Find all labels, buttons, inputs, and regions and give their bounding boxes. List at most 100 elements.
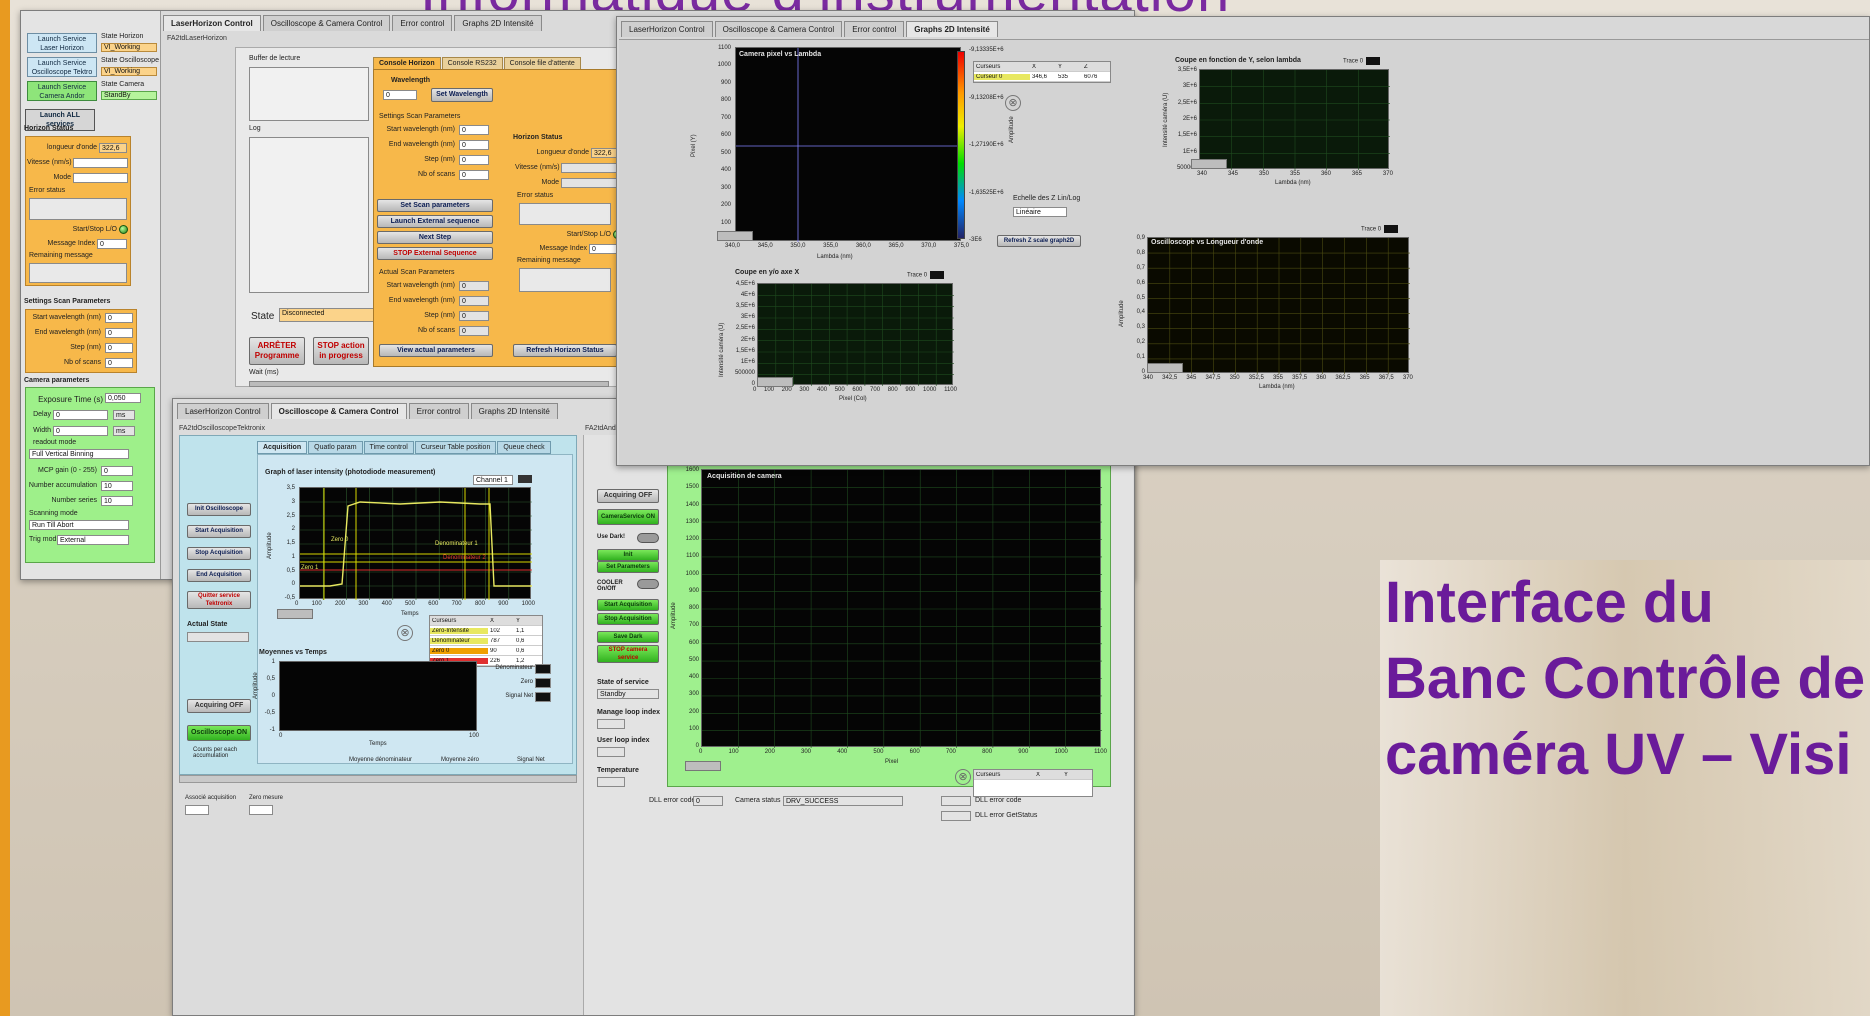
marker-denom2: Denominateur 2 — [443, 555, 486, 561]
console-scan-field[interactable]: 0 — [459, 140, 489, 150]
camera-plot-toolpad[interactable] — [685, 761, 721, 771]
tab-error-control-3[interactable]: Error control — [844, 21, 905, 37]
osc-lambda-toolpad[interactable] — [1147, 363, 1183, 373]
oscilloscope-control-button[interactable]: End Acquisition — [187, 569, 251, 582]
tab-laser-horizon[interactable]: LaserHorizon Control — [163, 15, 261, 31]
andor-toggle[interactable] — [637, 579, 659, 589]
coupe-y-x-tick-label: 340 — [1197, 171, 1208, 177]
osc-cursor-cell: 90 — [490, 647, 497, 654]
launch-service-button[interactable]: Launch Service Oscilloscope Tektro — [27, 57, 97, 77]
tab-graphs-2d[interactable]: Graphs 2D Intensité — [454, 15, 542, 31]
mcp-field[interactable]: 0 — [101, 466, 133, 476]
stop-program-button[interactable]: ARRÊTER Programme — [249, 337, 305, 365]
set-wavelength-button[interactable]: Set Wavelength — [431, 88, 493, 102]
channel-select[interactable]: Channel 1 — [473, 475, 513, 485]
state-service-value: VI_Working — [101, 67, 157, 76]
andor-control-button[interactable]: Set Parameters — [597, 561, 659, 573]
launch-service-button[interactable]: Launch Service Laser Horizon — [27, 33, 97, 53]
oscilloscope-control-button[interactable]: Init Oscilloscope — [187, 503, 251, 516]
tab-quatlo-param[interactable]: Quatlo param — [308, 441, 363, 454]
refresh-z-button[interactable]: Refresh Z scale graph2D — [997, 235, 1081, 247]
plot1-yaxis: 3,5 3 2,5 2 1,5 1 0,5 0 -0,5 — [277, 485, 295, 601]
osc-lambda-x-tick-label: 367,5 — [1378, 375, 1394, 381]
andor-control-button[interactable]: Save Dark — [597, 631, 659, 643]
tab-acquisition[interactable]: Acquisition — [257, 441, 308, 454]
accum-field[interactable]: 10 — [101, 481, 133, 491]
wavelength-label: longueur d'onde — [47, 144, 97, 151]
tab-error-control[interactable]: Error control — [392, 15, 453, 31]
trig-select[interactable]: External — [57, 535, 129, 545]
sequence-button[interactable]: Next Step — [377, 231, 493, 244]
graphs-cursor-move-icon[interactable]: ⊗ — [1005, 95, 1021, 111]
launch-service-button[interactable]: Launch Service Camera Andor — [27, 81, 97, 101]
tab-oscilloscope-camera[interactable]: Oscilloscope & Camera Control — [262, 15, 391, 31]
plot1-cursor-move-icon[interactable]: ⊗ — [397, 625, 413, 641]
tab-graphs-2d-2[interactable]: Graphs 2D Intensité — [470, 403, 558, 419]
tab-curseur-table[interactable]: Curseur Table position — [414, 441, 497, 454]
readout-label: readout mode — [33, 439, 77, 446]
wavelength-input[interactable]: 0 — [383, 90, 417, 100]
plot1-ylabel: Amplitude — [267, 532, 273, 559]
tab-time-control[interactable]: Time control — [363, 441, 414, 454]
coupe-x-trace-label: Trace 0 — [907, 272, 928, 279]
sequence-button[interactable]: Launch External sequence — [377, 215, 493, 228]
delay-unit[interactable]: ms — [113, 410, 135, 420]
width-unit[interactable]: ms — [113, 426, 135, 436]
delay-field[interactable]: 0 — [53, 410, 108, 420]
exposure-field[interactable]: 0,050 — [105, 393, 141, 403]
sequence-button[interactable]: Set Scan parameters — [377, 199, 493, 212]
tab-oscilloscope-camera-2[interactable]: Oscilloscope & Camera Control — [270, 403, 407, 419]
tab-laser-horizon-2[interactable]: LaserHorizon Control — [177, 403, 269, 419]
mean-value — [535, 664, 551, 674]
camera-plot-ylabel: Amplitude — [671, 602, 677, 629]
console-scan-field[interactable]: 0 — [459, 155, 489, 165]
scan-row-field[interactable]: 0 — [105, 313, 133, 323]
andor-toggle[interactable] — [637, 533, 659, 543]
osc-lambda-x-tick-label: 340 — [1143, 375, 1154, 381]
oscilloscope-control-button[interactable]: Start Acquisition — [187, 525, 251, 538]
camera-plot-xaxis: 0 100 200 300 400 500 600 700 800 900 1000 1100 — [699, 749, 1107, 755]
width-field[interactable]: 0 — [53, 426, 108, 436]
series-field[interactable]: 10 — [101, 496, 133, 506]
andor-control-button[interactable]: Stop Acquisition — [597, 613, 659, 625]
sequence-button[interactable]: STOP External Sequence — [377, 247, 493, 260]
oscilloscope-control-button[interactable]: Stop Acquisition — [187, 547, 251, 560]
tab-oscilloscope-camera-3[interactable]: Oscilloscope & Camera Control — [714, 21, 843, 37]
oscilloscope-on-button[interactable]: Oscilloscope ON — [187, 725, 251, 741]
osc-lambda-x-tick-label: 347,5 — [1205, 375, 1221, 381]
andor-control-button[interactable]: STOP camera service — [597, 645, 659, 663]
camera-service-on-button[interactable]: CameraService ON — [597, 509, 659, 525]
coupe-x-toolpad[interactable] — [757, 377, 793, 387]
console-scan-field[interactable]: 0 — [459, 125, 489, 135]
console-scan-field[interactable]: 0 — [459, 170, 489, 180]
tab-error-control-2[interactable]: Error control — [408, 403, 469, 419]
plot1-toolpad[interactable] — [277, 609, 313, 619]
wait-slider[interactable] — [249, 381, 609, 387]
scan-row-field[interactable]: 0 — [105, 358, 133, 368]
scanning-select[interactable]: Run Till Abort — [29, 520, 129, 530]
acquiring-off-button[interactable]: Acquiring OFF — [187, 699, 251, 713]
coupe-y-toolpad[interactable] — [1191, 159, 1227, 169]
camera-cursor-move-icon[interactable]: ⊗ — [955, 769, 971, 785]
scan-row-field[interactable]: 0 — [105, 343, 133, 353]
tab-graphs-2d-3[interactable]: Graphs 2D Intensité — [906, 21, 998, 37]
camera-pixel-toolpad[interactable] — [717, 231, 753, 241]
oscillo-hscroll[interactable] — [179, 775, 577, 783]
tab-queue-check[interactable]: Queue check — [497, 441, 551, 454]
readout-select[interactable]: Full Vertical Binning — [29, 449, 129, 459]
oscilloscope-control-button[interactable]: Quitter service Tektronix — [187, 591, 251, 609]
hs2-error-label: Error status — [517, 192, 554, 199]
coupe-y-title: Coupe en fonction de Y, selon lambda — [1175, 57, 1301, 64]
plot2-y-tick-label: -1 — [269, 727, 275, 733]
stop-action-button[interactable]: STOP action in progress — [313, 337, 369, 365]
scan-row-field[interactable]: 0 — [105, 328, 133, 338]
andor-control-button[interactable]: Init — [597, 549, 659, 561]
andor-control-button[interactable]: Start Acquisition — [597, 599, 659, 611]
tab-laser-horizon-3[interactable]: LaserHorizon Control — [621, 21, 713, 37]
refresh-horizon-button[interactable]: Refresh Horizon Status — [513, 344, 617, 357]
graphs-cursor-cell: 6076 — [1084, 73, 1098, 80]
view-actual-button[interactable]: View actual parameters — [379, 344, 493, 357]
acquiring-off-2-button[interactable]: Acquiring OFF — [597, 489, 659, 503]
echelle-select[interactable]: Linéaire — [1013, 207, 1067, 217]
camera-params-title: Camera parameters — [24, 377, 90, 384]
